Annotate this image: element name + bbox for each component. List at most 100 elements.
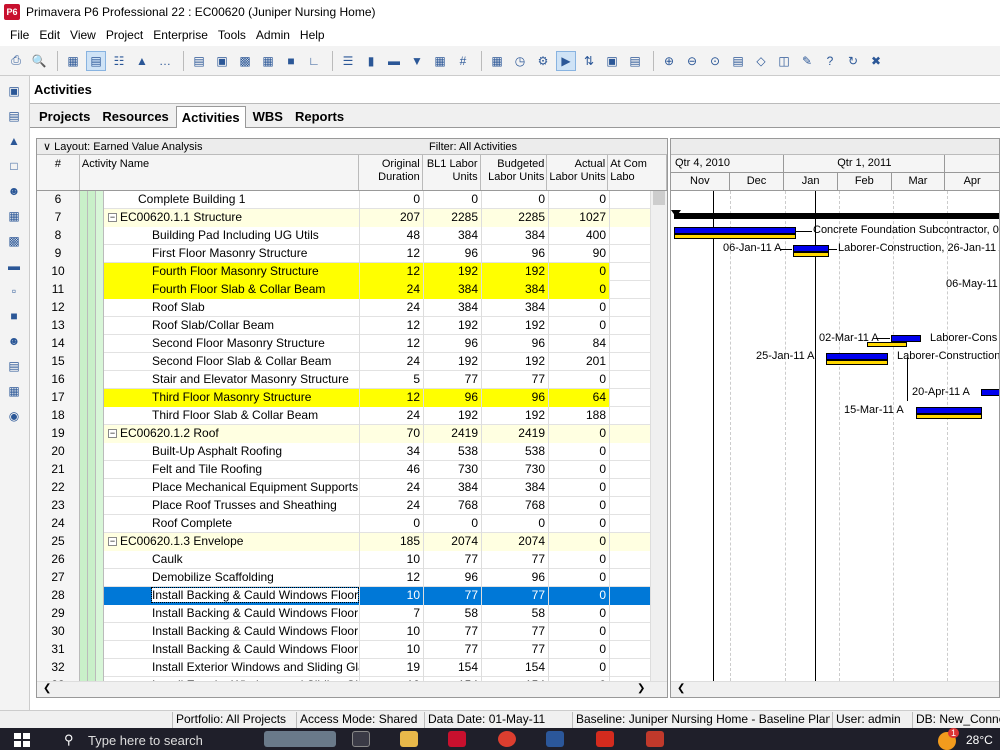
p6-taskbar-icon[interactable] <box>448 731 466 747</box>
file-explorer-icon[interactable] <box>400 731 418 747</box>
bl1-labor-units-cell[interactable]: 192 <box>424 407 482 425</box>
activity-name-cell[interactable]: Built-Up Asphalt Roofing <box>104 443 360 461</box>
bl1-labor-units-cell[interactable]: 2419 <box>424 425 482 443</box>
row-number[interactable]: 6 <box>37 191 80 209</box>
layout-label[interactable]: ∨ Layout: Earned Value Analysis <box>37 140 429 153</box>
actual-labor-units-cell[interactable]: 0 <box>549 263 610 281</box>
bl1-labor-units-cell[interactable]: 96 <box>424 389 482 407</box>
activity-name-cell[interactable]: Roof Slab/Collar Beam <box>104 317 360 335</box>
row-number[interactable]: 13 <box>37 317 80 335</box>
actual-labor-units-cell[interactable]: 0 <box>549 425 610 443</box>
budgeted-labor-units-cell[interactable]: 384 <box>482 479 549 497</box>
bl1-labor-units-cell[interactable]: 384 <box>424 227 482 245</box>
network-icon[interactable]: ☷ <box>109 51 129 71</box>
activity-name-cell[interactable]: Place Roof Trusses and Sheathing <box>104 497 360 515</box>
menu-file[interactable]: File <box>10 28 29 42</box>
activity-row[interactable]: 16 Stair and Elevator Masonry Structure 5 7… <box>37 371 667 389</box>
help-icon[interactable]: ? <box>820 51 840 71</box>
activity-row[interactable]: 18 Third Floor Slab & Collar Beam 24 192 192… <box>37 407 667 425</box>
activity-bar[interactable] <box>826 353 888 360</box>
budgeted-labor-units-cell[interactable]: 96 <box>482 389 549 407</box>
store-period-icon[interactable]: ▣ <box>602 51 622 71</box>
activity-name-cell[interactable]: Demobilize Scaffolding <box>104 569 360 587</box>
budgeted-labor-units-cell[interactable]: 77 <box>482 641 549 659</box>
scroll-left-icon[interactable]: ❮ <box>677 683 685 694</box>
activity-name-cell[interactable]: First Floor Masonry Structure <box>104 245 360 263</box>
bl1-labor-units-cell[interactable]: 154 <box>424 659 482 677</box>
original-duration-cell[interactable]: 12 <box>360 245 424 263</box>
budgeted-labor-units-cell[interactable]: 96 <box>482 569 549 587</box>
actual-labor-units-cell[interactable]: 0 <box>549 299 610 317</box>
bl1-labor-units-cell[interactable]: 384 <box>424 479 482 497</box>
row-number[interactable]: 26 <box>37 551 80 569</box>
original-duration-cell[interactable]: 19 <box>360 659 424 677</box>
row-number[interactable]: 27 <box>37 569 80 587</box>
folder-icon[interactable]: □ <box>4 156 24 176</box>
bl1-labor-units-cell[interactable]: 384 <box>424 281 482 299</box>
details-icon[interactable]: ▤ <box>189 51 209 71</box>
actual-labor-units-cell[interactable]: 1027 <box>549 209 610 227</box>
budgeted-labor-units-cell[interactable]: 77 <box>482 551 549 569</box>
row-number[interactable]: 9 <box>37 245 80 263</box>
tab-resources[interactable]: Resources <box>97 106 173 127</box>
activity-row[interactable]: 31 Install Backing & Cauld Windows Floor 1… <box>37 641 667 659</box>
col-actual-labor-units[interactable]: Actual Labor Units <box>547 155 609 190</box>
bl1-labor-units-cell[interactable]: 77 <box>424 587 482 605</box>
original-duration-cell[interactable]: 7 <box>360 605 424 623</box>
calendar-icon[interactable]: ▦ <box>4 381 24 401</box>
activity-name-cell[interactable]: Building Pad Including UG Utils <box>104 227 360 245</box>
budgeted-labor-units-cell[interactable]: 192 <box>482 353 549 371</box>
original-duration-cell[interactable]: 10 <box>360 623 424 641</box>
budgeted-labor-units-cell[interactable]: 96 <box>482 245 549 263</box>
bl1-labor-units-cell[interactable]: 77 <box>424 623 482 641</box>
original-duration-cell[interactable]: 24 <box>360 479 424 497</box>
activity-row[interactable]: 32 Install Exterior Windows and Sliding G… <box>37 659 667 677</box>
row-number[interactable]: 21 <box>37 461 80 479</box>
row-number[interactable]: 11 <box>37 281 80 299</box>
bl1-labor-units-cell[interactable]: 96 <box>424 569 482 587</box>
row-number[interactable]: 32 <box>37 659 80 677</box>
menu-tools[interactable]: Tools <box>218 28 246 42</box>
row-number[interactable]: 29 <box>37 605 80 623</box>
menu-edit[interactable]: Edit <box>39 28 60 42</box>
activity-name-cell[interactable]: − EC00620.1.1 Structure <box>104 209 360 227</box>
bl1-labor-units-cell[interactable]: 192 <box>424 317 482 335</box>
activity-name-cell[interactable]: Second Floor Masonry Structure <box>104 335 360 353</box>
table-horizontal-scrollbar[interactable]: ❮ ❯ <box>37 681 667 697</box>
bl1-labor-units-cell[interactable]: 0 <box>424 515 482 533</box>
group-sort-icon[interactable]: ☰ <box>338 51 358 71</box>
notebook-icon[interactable]: ✎ <box>797 51 817 71</box>
tab-projects[interactable]: Projects <box>34 106 95 127</box>
activity-name-cell[interactable]: Complete Building 1 <box>104 191 360 209</box>
bl1-labor-units-cell[interactable]: 2285 <box>424 209 482 227</box>
row-number[interactable]: 8 <box>37 227 80 245</box>
collapse-icon[interactable]: − <box>108 213 117 223</box>
menu-enterprise[interactable]: Enterprise <box>153 28 208 42</box>
link-icon[interactable]: ⇅ <box>579 51 599 71</box>
team-icon[interactable]: ■ <box>281 51 301 71</box>
original-duration-cell[interactable]: 24 <box>360 407 424 425</box>
original-duration-cell[interactable]: 48 <box>360 227 424 245</box>
row-number[interactable]: 16 <box>37 371 80 389</box>
original-duration-cell[interactable]: 10 <box>360 551 424 569</box>
original-duration-cell[interactable]: 12 <box>360 317 424 335</box>
actual-labor-units-cell[interactable]: 188 <box>549 407 610 425</box>
budgeted-labor-units-cell[interactable]: 2419 <box>482 425 549 443</box>
taskbar-search-box[interactable]: Type here to search <box>88 733 203 748</box>
bl1-labor-units-cell[interactable]: 96 <box>424 335 482 353</box>
actual-labor-units-cell[interactable]: 0 <box>549 497 610 515</box>
usage-profile-icon[interactable]: ▩ <box>235 51 255 71</box>
actual-labor-units-cell[interactable]: 0 <box>549 317 610 335</box>
activity-row[interactable]: 26 Caulk 10 77 77 0 <box>37 551 667 569</box>
row-number[interactable]: 15 <box>37 353 80 371</box>
chart-icon[interactable]: ▩ <box>4 231 24 251</box>
menu-help[interactable]: Help <box>300 28 325 42</box>
actual-labor-units-cell[interactable]: 0 <box>549 587 610 605</box>
original-duration-cell[interactable]: 46 <box>360 461 424 479</box>
activity-name-cell[interactable]: Caulk <box>104 551 360 569</box>
original-duration-cell[interactable]: 207 <box>360 209 424 227</box>
issue-icon[interactable]: ◉ <box>4 406 24 426</box>
level-icon[interactable]: ⚙ <box>533 51 553 71</box>
bl1-labor-units-cell[interactable]: 77 <box>424 551 482 569</box>
activity-row[interactable]: 12 Roof Slab 24 384 384 0 <box>37 299 667 317</box>
